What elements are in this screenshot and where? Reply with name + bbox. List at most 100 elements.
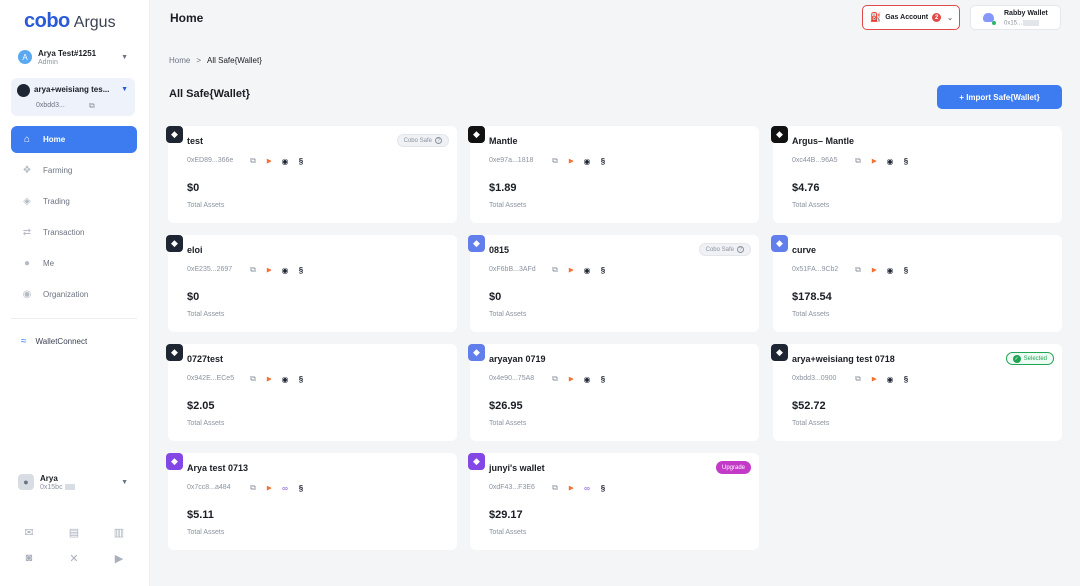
chain-icon[interactable]: ◉ <box>280 156 290 166</box>
app-icon[interactable]: § <box>296 374 306 384</box>
wallet-card[interactable]: ◆ 0727test 0x942E...ECe5 ⧉ ⫸ ◉ § $2.05 Total Ass… <box>166 344 457 441</box>
chain-icon[interactable]: ◉ <box>582 374 592 384</box>
app-icon[interactable]: § <box>901 156 911 166</box>
app-icon[interactable]: § <box>296 156 306 166</box>
upgrade-button[interactable]: Upgrade <box>715 461 751 474</box>
current-wallet-selector[interactable]: arya+weisiang tes... 0xbdd3... ⧉ ▼ <box>11 78 135 116</box>
breadcrumb-home[interactable]: Home <box>169 56 190 65</box>
scan-icon[interactable]: ⫸ <box>566 374 576 384</box>
wallet-card-actions: ⧉ ⫸ ◉ § <box>550 265 608 275</box>
chain-icon[interactable]: ◉ <box>582 156 592 166</box>
wallet-card[interactable]: ◆ arya+weisiang test 0718 ✓ Selected 0xbdd3.… <box>771 344 1062 441</box>
wallet-card-amount: $0 <box>187 291 200 303</box>
wallet-card-name: test <box>187 136 204 146</box>
wallet-card[interactable]: ◆ Argus– Mantle 0xc44B...96A5 ⧉ ⫸ ◉ § $4.76 Tota… <box>771 126 1062 223</box>
chain-icon[interactable]: ◉ <box>280 265 290 275</box>
mail-icon[interactable]: ✉ <box>22 526 36 539</box>
wallet-card-amount: $178.54 <box>792 291 832 303</box>
app-icon[interactable]: § <box>901 374 911 384</box>
sidebar-item-organization[interactable]: ◉ Organization <box>11 281 137 308</box>
copy-icon[interactable]: ⧉ <box>248 265 258 275</box>
scan-icon[interactable]: ⫸ <box>566 156 576 166</box>
scan-icon[interactable]: ⫸ <box>264 156 274 166</box>
chain-icon[interactable]: ◉ <box>280 374 290 384</box>
wallet-card-name: curve <box>792 245 817 255</box>
app-icon[interactable]: § <box>296 265 306 275</box>
app-icon[interactable]: § <box>598 156 608 166</box>
x-icon[interactable]: ✕ <box>67 552 81 565</box>
app-icon[interactable]: § <box>296 483 306 493</box>
wallet-card-actions: ⧉ ⫸ ◉ § <box>550 374 608 384</box>
app-icon[interactable]: § <box>901 265 911 275</box>
discord-icon[interactable]: ◙ <box>22 552 36 564</box>
copy-icon[interactable]: ⧉ <box>550 265 560 275</box>
scan-icon[interactable]: ⫸ <box>264 483 274 493</box>
user-menu[interactable]: ● Arya 0x15bc ▼ <box>12 467 136 497</box>
copy-icon[interactable]: ⧉ <box>248 483 258 493</box>
wallet-card-label: Total Assets <box>792 202 830 209</box>
copy-icon[interactable]: ⧉ <box>248 156 258 166</box>
wallet-card[interactable]: ◆ junyi's wallet Upgrade 0xdF43...F3E6 ⧉ ⫸ ∞ § $… <box>468 453 759 550</box>
scan-icon[interactable]: ⫸ <box>264 265 274 275</box>
import-safe-wallet-button[interactable]: + Import Safe{Wallet} <box>937 85 1062 109</box>
copy-icon[interactable]: ⧉ <box>550 374 560 384</box>
sidebar-item-walletconnect[interactable]: ≈ WalletConnect <box>21 336 87 347</box>
gas-account-button[interactable]: ⛽ Gas Account 2 ⌄ <box>862 5 960 30</box>
wallet-card[interactable]: ◆ Mantle 0xe97a...1818 ⧉ ⫸ ◉ § $1.89 Total Asset… <box>468 126 759 223</box>
scan-icon[interactable]: ⫸ <box>869 374 879 384</box>
copy-icon[interactable]: ⧉ <box>89 101 95 111</box>
app-icon[interactable]: § <box>598 483 608 493</box>
wallet-card[interactable]: ◆ Arya test 0713 0x7cc8...a484 ⧉ ⫸ ∞ § $5.11 Tot… <box>166 453 457 550</box>
info-icon: ? <box>737 246 744 253</box>
wallet-card-address: 0xe97a...1818 <box>489 157 534 164</box>
sidebar-item-trading[interactable]: ◈ Trading <box>11 188 137 215</box>
map-icon[interactable]: ▥ <box>112 526 126 539</box>
scan-icon[interactable]: ⫸ <box>264 374 274 384</box>
polygon-icon[interactable]: ∞ <box>280 483 290 493</box>
wallet-card-label: Total Assets <box>187 202 225 209</box>
chain-icon[interactable]: ◉ <box>885 265 895 275</box>
current-wallet-address: 0xbdd3... <box>36 102 65 109</box>
sidebar-item-me[interactable]: ● Me <box>11 250 137 277</box>
chain-icon[interactable]: ◉ <box>582 265 592 275</box>
wallet-card-amount: $52.72 <box>792 400 826 412</box>
copy-icon[interactable]: ⧉ <box>853 265 863 275</box>
walletconnect-icon: ≈ <box>21 336 27 347</box>
rabby-wallet-button[interactable]: Rabby Wallet 0x15... <box>970 5 1061 30</box>
wallet-card[interactable]: ◆ curve 0x51FA...9Cb2 ⧉ ⫸ ◉ § $178.54 Total Asse… <box>771 235 1062 332</box>
chain-icon[interactable]: ◉ <box>885 156 895 166</box>
scan-icon[interactable]: ⫸ <box>869 156 879 166</box>
brand-logo[interactable]: cobo Argus <box>24 10 116 33</box>
copy-icon[interactable]: ⧉ <box>550 483 560 493</box>
org-selector[interactable]: A Arya Test#1251 Admin ▼ <box>12 44 136 70</box>
youtube-icon[interactable]: ▶ <box>112 552 126 565</box>
wallet-card-name: junyi's wallet <box>489 463 545 473</box>
wallet-card-amount: $5.11 <box>187 509 214 521</box>
wallet-card[interactable]: ◆ 0815 Cobo Safe? 0xF6bB...3AFd ⧉ ⫸ ◉ § $0 Total … <box>468 235 759 332</box>
copy-icon[interactable]: ⧉ <box>853 374 863 384</box>
copy-icon[interactable]: ⧉ <box>248 374 258 384</box>
sidebar-item-farming[interactable]: ❖ Farming <box>11 157 137 184</box>
wallet-card-address: 0x942E...ECe5 <box>187 375 235 382</box>
chain-icon[interactable]: ◉ <box>885 374 895 384</box>
scan-icon[interactable]: ⫸ <box>566 265 576 275</box>
wallet-card-name: Mantle <box>489 136 518 146</box>
wallet-card[interactable]: ◆ eloi 0xE235...2697 ⧉ ⫸ ◉ § $0 Total Assets <box>166 235 457 332</box>
copy-icon[interactable]: ⧉ <box>550 156 560 166</box>
scan-icon[interactable]: ⫸ <box>869 265 879 275</box>
copy-icon[interactable]: ⧉ <box>853 156 863 166</box>
sidebar-item-home[interactable]: ⌂ Home <box>11 126 137 153</box>
scan-icon[interactable]: ⫸ <box>566 483 576 493</box>
sidebar-item-transaction[interactable]: ⇄ Transaction <box>11 219 137 246</box>
section-title: All Safe{Wallet} <box>169 88 250 100</box>
wallet-card[interactable]: ◆ test Cobo Safe? 0xED89...366e ⧉ ⫸ ◉ § $0 Total … <box>166 126 457 223</box>
book-icon[interactable]: ▤ <box>67 526 81 539</box>
sidebar-item-label: Farming <box>43 166 73 175</box>
social-links: ✉ ▤ ▥ ◙ ✕ ▶ <box>22 526 126 565</box>
wallet-card[interactable]: ◆ aryayan 0719 0x4e90...75A8 ⧉ ⫸ ◉ § $26.95 Tota… <box>468 344 759 441</box>
polygon-icon[interactable]: ∞ <box>582 483 592 493</box>
wallet-card-name: 0815 <box>489 245 510 255</box>
sidebar-item-label: Me <box>43 259 55 268</box>
app-icon[interactable]: § <box>598 374 608 384</box>
app-icon[interactable]: § <box>598 265 608 275</box>
